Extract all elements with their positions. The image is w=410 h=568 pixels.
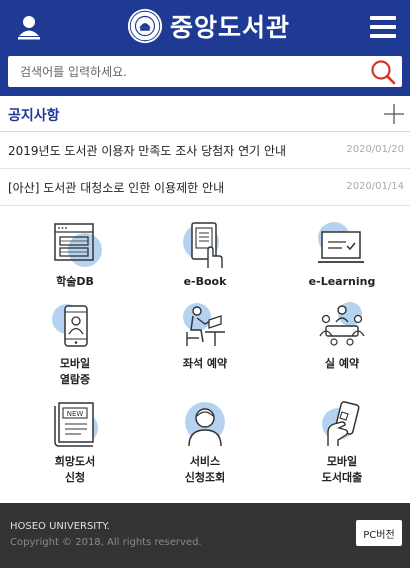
service-label: 희망도서 신청 — [54, 455, 96, 484]
service-academic-db[interactable]: 학술DB — [7, 220, 143, 290]
notice-item[interactable]: [아산] 도서관 대청소로 인한 이용제한 안내 2020/01/14 — [0, 169, 410, 206]
svg-text:NEW: NEW — [67, 410, 84, 418]
notice-item-date: 2020/01/20 — [346, 144, 404, 155]
service-book-request[interactable]: NEW 희망도서 신청 — [7, 400, 143, 486]
university-seal-icon — [127, 8, 163, 44]
service-label: 모바일 도서대출 — [321, 455, 363, 484]
phone-hand-icon — [322, 401, 360, 446]
group-room-icon — [319, 302, 365, 346]
service-ebook[interactable]: e-Book — [137, 220, 273, 290]
search-icon[interactable] — [370, 59, 396, 85]
notice-section-title: 공지사항 — [8, 108, 60, 124]
notice-header: 공지사항 — [0, 96, 410, 132]
notice-item-date: 2020/01/14 — [346, 181, 404, 192]
service-label: 서비스 신청조회 — [184, 455, 226, 484]
service-label: 좌석 예약 — [182, 357, 228, 370]
service-seat-reservation[interactable]: 좌석 예약 — [137, 302, 273, 372]
service-label: 학술DB — [56, 275, 94, 288]
notice-item-title[interactable]: [아산] 도서관 대청소로 인한 이용제한 안내 — [8, 179, 224, 196]
ebook-tablet-icon — [183, 222, 223, 268]
service-request-inquiry[interactable]: 서비스 신청조회 — [137, 400, 273, 486]
hamburger-menu-icon[interactable] — [370, 16, 396, 38]
service-mobile-loan[interactable]: 모바일 도서대출 — [274, 400, 410, 486]
seat-reading-icon — [183, 303, 225, 346]
library-title: 중앙도서관 — [170, 13, 291, 42]
notice-item[interactable]: 2019년도 도서관 이용자 만족도 조사 당첨자 연기 안내 2020/01/… — [0, 132, 410, 169]
service-label: e-Learning — [308, 275, 376, 288]
footer-university-name: HOSEO UNIVERSITY. — [10, 521, 110, 532]
search-input[interactable] — [8, 56, 358, 87]
library-logo[interactable]: 중앙도서관 — [126, 6, 290, 46]
new-book-icon: NEW — [54, 402, 98, 447]
pc-version-button[interactable]: PC버전 — [356, 520, 402, 546]
service-label: 실 예약 — [324, 357, 360, 370]
user-icon[interactable] — [16, 14, 42, 40]
monitor-check-icon — [318, 222, 364, 263]
mobile-id-icon — [52, 304, 88, 347]
service-room-reservation[interactable]: 실 예약 — [274, 302, 410, 372]
service-e-learning[interactable]: e-Learning — [274, 220, 410, 290]
database-screen-icon — [54, 223, 102, 267]
search-bar — [8, 56, 402, 87]
service-label: 모바일 열람증 — [59, 357, 91, 386]
service-mobile-id[interactable]: 모바일 열람증 — [7, 302, 143, 388]
notice-item-title[interactable]: 2019년도 도서관 이용자 만족도 조사 당첨자 연기 안내 — [8, 142, 286, 159]
service-label: e-Book — [183, 275, 227, 288]
footer: HOSEO UNIVERSITY. Copyright © 2018, All … — [0, 503, 410, 568]
footer-copyright: Copyright © 2018, All rights reserved. — [10, 537, 202, 548]
plus-icon[interactable] — [382, 102, 406, 126]
app-header: 중앙도서관 — [0, 0, 410, 96]
person-service-icon — [185, 402, 225, 447]
